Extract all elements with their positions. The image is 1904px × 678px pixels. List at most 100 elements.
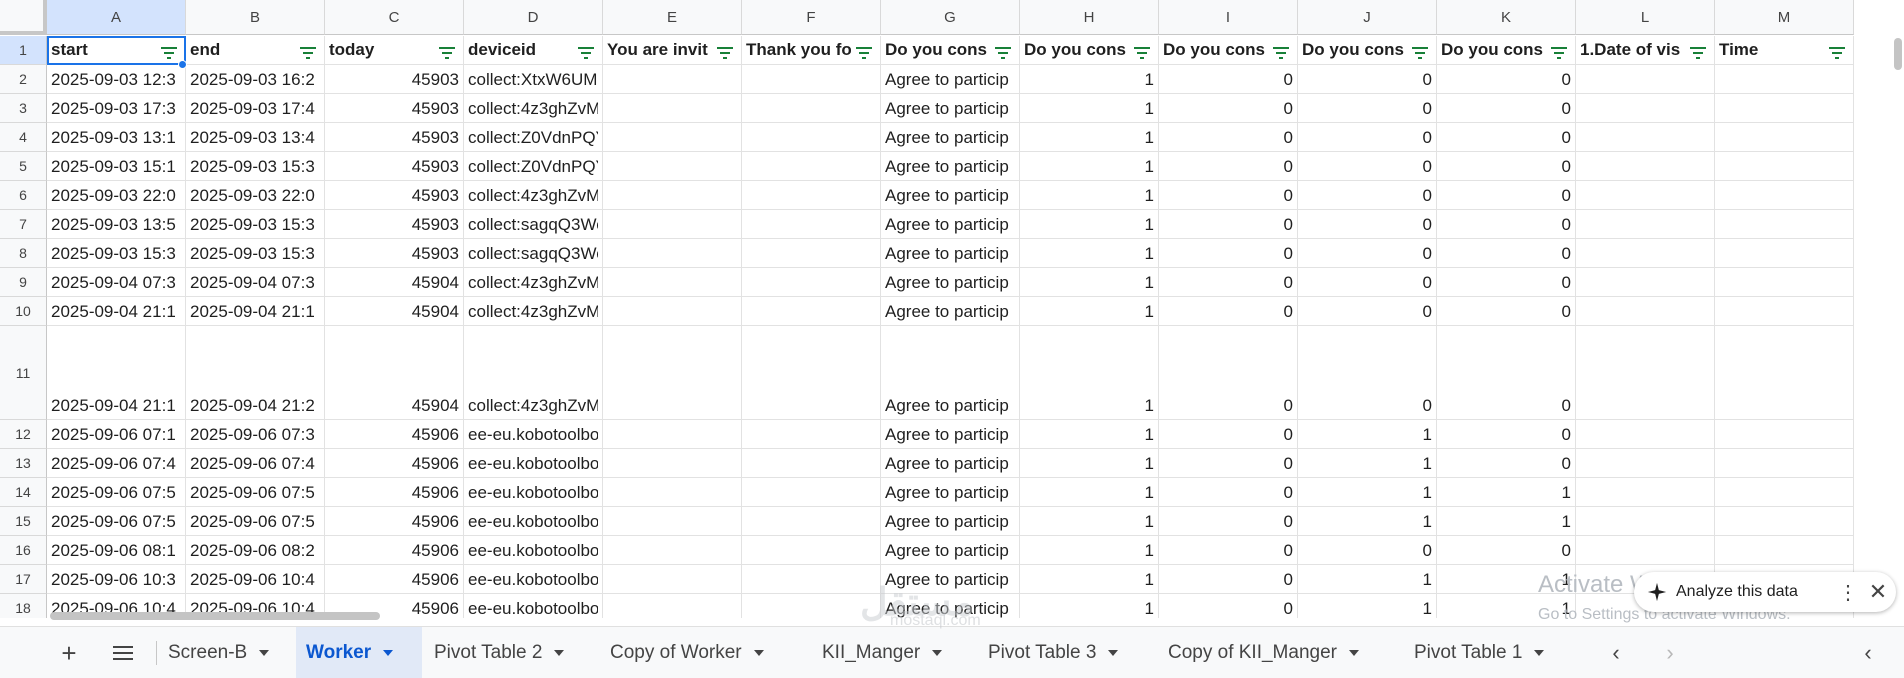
data-cell[interactable]: [1576, 326, 1715, 420]
filter-icon[interactable]: [856, 46, 872, 60]
data-cell[interactable]: ee-eu.kobotoolbox.org:LqtckPQTDpz8poyl: [464, 565, 603, 594]
data-cell[interactable]: Agree to particip: [881, 449, 1020, 478]
data-cell[interactable]: 45903: [325, 181, 464, 210]
data-cell[interactable]: [742, 210, 881, 239]
data-cell[interactable]: 2025-09-04 07:3: [47, 268, 186, 297]
data-cell[interactable]: 1: [1020, 268, 1159, 297]
data-cell[interactable]: [1715, 326, 1854, 420]
data-cell[interactable]: [1715, 297, 1854, 326]
analyze-data-chip[interactable]: Analyze this data ⋮ ✕: [1634, 572, 1896, 612]
header-cell-a[interactable]: start: [47, 36, 186, 65]
caret-down-icon[interactable]: [259, 650, 270, 656]
row-header-16[interactable]: 16: [0, 536, 47, 565]
data-cell[interactable]: 45903: [325, 239, 464, 268]
spreadsheet-grid[interactable]: A B C D E F G H I J K L M 1 start end today deviceid You a…: [0, 0, 1904, 618]
data-cell[interactable]: ee-eu.kobotoolbox.org:Ii9JjkHkxXTPFj8G: [464, 536, 603, 565]
row-header-6[interactable]: 6: [0, 181, 47, 210]
data-cell[interactable]: 2025-09-03 22:0: [47, 181, 186, 210]
data-cell[interactable]: [603, 478, 742, 507]
data-cell[interactable]: [742, 268, 881, 297]
data-cell[interactable]: 45906: [325, 565, 464, 594]
column-header-b[interactable]: B: [186, 0, 325, 35]
data-cell[interactable]: 2025-09-04 21:1: [47, 326, 186, 420]
filter-icon[interactable]: [1273, 46, 1289, 60]
data-cell[interactable]: 0: [1159, 420, 1298, 449]
data-cell[interactable]: Agree to particip: [881, 297, 1020, 326]
data-cell[interactable]: 0: [1159, 152, 1298, 181]
data-cell[interactable]: Agree to particip: [881, 507, 1020, 536]
data-cell[interactable]: 2025-09-03 13:5: [47, 210, 186, 239]
sheet-tab-screen-b[interactable]: Screen-B: [158, 627, 294, 678]
data-cell[interactable]: 45903: [325, 94, 464, 123]
data-cell[interactable]: Agree to particip: [881, 94, 1020, 123]
filter-icon[interactable]: [717, 46, 733, 60]
data-cell[interactable]: 45906: [325, 536, 464, 565]
filter-icon[interactable]: [1134, 46, 1150, 60]
data-cell[interactable]: 0: [1298, 268, 1437, 297]
data-cell[interactable]: 45906: [325, 420, 464, 449]
header-cell-b[interactable]: end: [186, 36, 325, 65]
data-cell[interactable]: [1715, 65, 1854, 94]
column-header-d[interactable]: D: [464, 0, 603, 35]
data-cell[interactable]: 45904: [325, 268, 464, 297]
data-cell[interactable]: [603, 239, 742, 268]
data-cell[interactable]: 0: [1159, 239, 1298, 268]
data-cell[interactable]: 0: [1159, 210, 1298, 239]
data-cell[interactable]: 0: [1298, 210, 1437, 239]
caret-down-icon[interactable]: [1108, 650, 1119, 656]
data-cell[interactable]: 1: [1298, 478, 1437, 507]
data-cell[interactable]: 0: [1159, 326, 1298, 420]
data-cell[interactable]: Agree to particip: [881, 326, 1020, 420]
data-cell[interactable]: [1576, 507, 1715, 536]
data-cell[interactable]: 2025-09-03 15:3: [186, 152, 325, 181]
data-cell[interactable]: [1576, 210, 1715, 239]
data-cell[interactable]: [742, 420, 881, 449]
sheet-tab-copy-of-kii-manger[interactable]: Copy of KII_Manger: [1158, 627, 1400, 678]
data-cell[interactable]: 0: [1159, 181, 1298, 210]
analyze-data-label[interactable]: Analyze this data: [1676, 583, 1836, 601]
data-cell[interactable]: [742, 181, 881, 210]
data-cell[interactable]: [1715, 94, 1854, 123]
data-cell[interactable]: Agree to particip: [881, 420, 1020, 449]
data-cell[interactable]: 1: [1298, 449, 1437, 478]
header-cell-d[interactable]: deviceid: [464, 36, 603, 65]
row-header-17[interactable]: 17: [0, 565, 47, 594]
data-cell[interactable]: ee-eu.kobotoolbox.org:dYQQjQIH4aDfaF1z: [464, 478, 603, 507]
data-cell[interactable]: 0: [1437, 65, 1576, 94]
data-cell[interactable]: 0: [1159, 65, 1298, 94]
data-cell[interactable]: 0: [1298, 181, 1437, 210]
filter-icon[interactable]: [439, 46, 455, 60]
data-cell[interactable]: 0: [1298, 536, 1437, 565]
data-cell[interactable]: collect:4z3ghZvMFlKkmsxj: [464, 268, 603, 297]
data-cell[interactable]: [1576, 268, 1715, 297]
data-cell[interactable]: 2025-09-06 07:5: [186, 507, 325, 536]
data-cell[interactable]: [603, 94, 742, 123]
data-cell[interactable]: [1576, 239, 1715, 268]
row-header-7[interactable]: 7: [0, 210, 47, 239]
data-cell[interactable]: 0: [1437, 239, 1576, 268]
column-header-a[interactable]: A: [47, 0, 186, 35]
data-cell[interactable]: 1: [1020, 420, 1159, 449]
data-cell[interactable]: 2025-09-06 08:2: [186, 536, 325, 565]
data-cell[interactable]: 1: [1020, 507, 1159, 536]
data-cell[interactable]: [742, 65, 881, 94]
data-cell[interactable]: 1: [1298, 420, 1437, 449]
data-cell[interactable]: 2025-09-03 13:1: [47, 123, 186, 152]
selection-fill-handle[interactable]: [178, 60, 187, 69]
data-cell[interactable]: 1: [1020, 594, 1159, 618]
row-header-8[interactable]: 8: [0, 239, 47, 268]
column-header-l[interactable]: L: [1576, 0, 1715, 35]
data-cell[interactable]: Agree to particip: [881, 239, 1020, 268]
data-cell[interactable]: 2025-09-06 07:1: [47, 420, 186, 449]
data-cell[interactable]: [1576, 65, 1715, 94]
horizontal-scrollbar-thumb[interactable]: [50, 612, 380, 620]
data-cell[interactable]: [1576, 536, 1715, 565]
data-cell[interactable]: [1715, 181, 1854, 210]
header-cell-j[interactable]: Do you cons: [1298, 36, 1437, 65]
data-cell[interactable]: Agree to particip: [881, 536, 1020, 565]
data-cell[interactable]: 0: [1437, 210, 1576, 239]
data-cell[interactable]: 2025-09-04 21:1: [186, 297, 325, 326]
filter-icon[interactable]: [1829, 46, 1845, 60]
column-header-e[interactable]: E: [603, 0, 742, 35]
filter-icon[interactable]: [578, 46, 594, 60]
